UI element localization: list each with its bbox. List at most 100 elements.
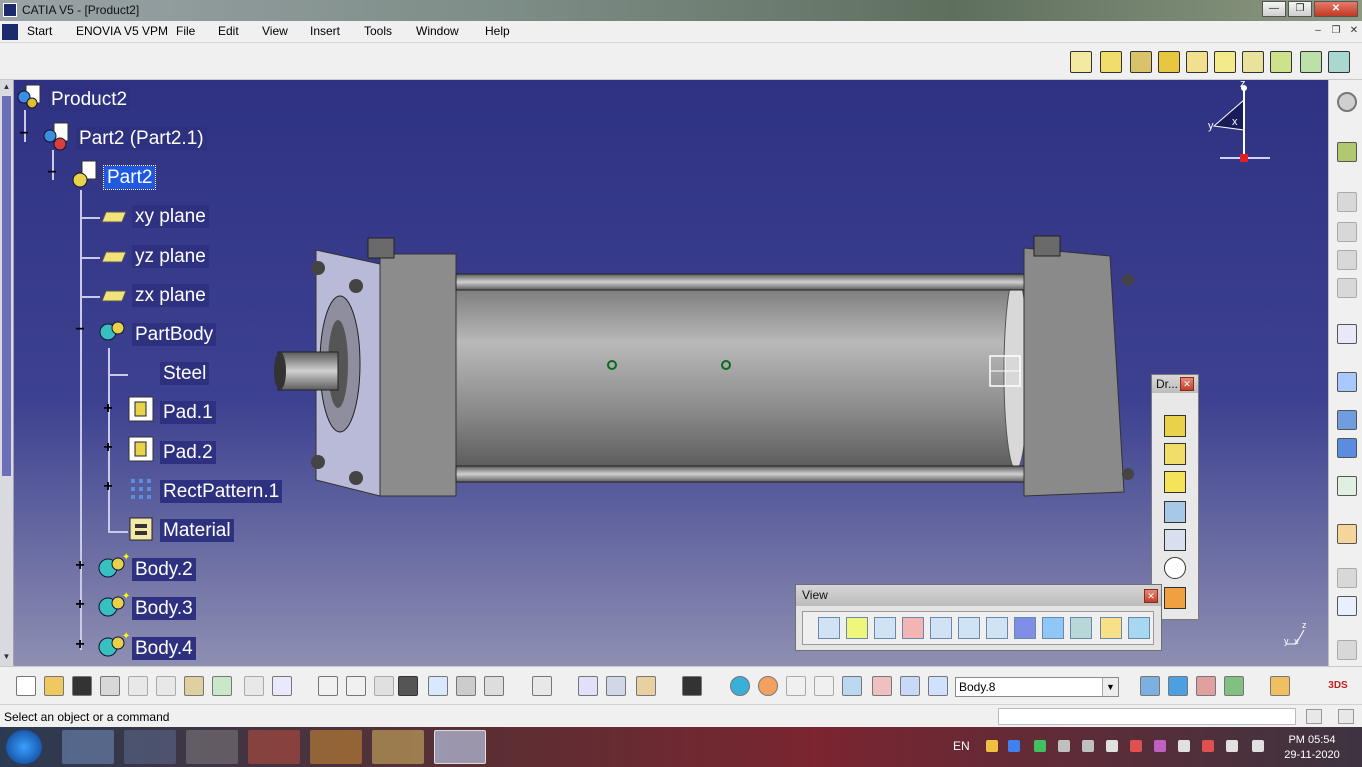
pocket-icon[interactable] [1130, 51, 1152, 73]
speaker-icon[interactable] [1178, 740, 1190, 752]
apply-color-icon[interactable] [1270, 676, 1290, 696]
intersect-icon[interactable] [1337, 278, 1357, 298]
thread-dressup-icon[interactable] [1164, 557, 1186, 579]
shaft-icon[interactable] [1158, 51, 1180, 73]
taskbar-browser-icon[interactable] [124, 730, 176, 764]
menu-file[interactable]: File [176, 24, 195, 38]
compass[interactable]: z y x [1200, 78, 1280, 166]
part-icon[interactable] [70, 160, 104, 190]
tray-icon[interactable] [986, 740, 998, 752]
tree-node-steel[interactable]: Steel [160, 362, 210, 385]
gear-icon[interactable] [1337, 92, 1357, 112]
select-arrow-icon[interactable] [1337, 524, 1357, 544]
start-button[interactable] [6, 730, 42, 764]
table-icon[interactable] [398, 676, 418, 696]
tree-node-partbody[interactable]: PartBody [132, 323, 217, 346]
redo-icon[interactable] [244, 676, 264, 696]
taskbar-app-icon[interactable] [186, 730, 238, 764]
render-style-icon[interactable] [1070, 617, 1092, 639]
taskbar-control-panel-icon[interactable] [62, 730, 114, 764]
zoom-in-icon[interactable] [930, 617, 952, 639]
thickness-dressup-icon[interactable] [1164, 529, 1186, 551]
doc-close-button[interactable]: ✕ [1346, 25, 1362, 39]
sketch-analysis-icon[interactable] [1140, 676, 1160, 696]
power-input-icon[interactable] [1306, 709, 1322, 724]
hide-show-icon[interactable] [1100, 617, 1122, 639]
view-panel-close-icon[interactable]: ✕ [1144, 589, 1158, 603]
fillet-icon[interactable] [1214, 51, 1236, 73]
close-button[interactable]: ✕ [1314, 1, 1358, 17]
remove-face-icon[interactable] [1164, 587, 1186, 609]
capture-icon[interactable] [682, 676, 702, 696]
grid-icon[interactable] [872, 676, 892, 696]
tree-node-part-instance[interactable]: Part2 (Part2.1) [76, 127, 207, 150]
expand-icon[interactable]: + [102, 479, 114, 495]
current-body-select[interactable]: Body.8 ▼ [955, 677, 1119, 697]
tree-node-material[interactable]: Material [160, 519, 234, 542]
coordinates-icon[interactable] [814, 676, 834, 696]
catia-app-icon[interactable] [3, 3, 17, 17]
plane-icon[interactable] [100, 210, 128, 224]
fillet-dressup-icon[interactable] [1164, 415, 1186, 437]
network-icon[interactable] [1202, 740, 1214, 752]
doc-minimize-button[interactable]: – [1310, 25, 1326, 39]
more-tools-icon[interactable] [1337, 640, 1357, 660]
maximize-button[interactable]: ❐ [1288, 1, 1312, 17]
pad-feature-icon[interactable] [128, 436, 154, 462]
body-icon[interactable]: ✦ [96, 552, 130, 582]
tray-sync-icon[interactable] [1034, 740, 1046, 752]
print-icon[interactable] [100, 676, 120, 696]
action-center-icon[interactable] [1252, 740, 1264, 752]
update-icon[interactable] [484, 676, 504, 696]
tree-node-product2[interactable]: Product2 [48, 88, 131, 111]
shell-dressup-icon[interactable] [1164, 501, 1186, 523]
product-icon[interactable] [16, 83, 46, 111]
measure-between-icon[interactable] [578, 676, 598, 696]
material-icon[interactable] [126, 514, 158, 544]
knowledge-icon[interactable] [374, 676, 394, 696]
rect-pattern-icon[interactable] [128, 476, 156, 502]
plane-icon[interactable] [100, 250, 128, 264]
paste-icon[interactable] [184, 676, 204, 696]
minimize-button[interactable]: — [1262, 1, 1286, 17]
copy-icon[interactable] [156, 676, 176, 696]
zoom-out-icon[interactable] [958, 617, 980, 639]
apply-material-icon[interactable] [730, 676, 750, 696]
swap-visible-icon[interactable] [1128, 617, 1150, 639]
tray-icon[interactable] [1082, 740, 1094, 752]
reference-icon[interactable] [1337, 476, 1357, 496]
fly-mode-icon[interactable] [818, 617, 840, 639]
catalog-icon[interactable] [428, 676, 448, 696]
menu-help[interactable]: Help [485, 24, 510, 38]
remove-icon[interactable] [1337, 250, 1357, 270]
body-icon[interactable]: ✦ [96, 591, 130, 621]
measure-icon[interactable] [1337, 372, 1357, 392]
pattern-icon[interactable] [1337, 438, 1357, 458]
command-input[interactable] [998, 708, 1296, 725]
taskbar-explorer-icon[interactable] [372, 730, 424, 764]
open-icon[interactable] [44, 676, 64, 696]
menu-view[interactable]: View [262, 24, 288, 38]
body-icon[interactable]: ✦ [96, 631, 130, 661]
union-icon[interactable] [1337, 222, 1357, 242]
lock-icon[interactable] [456, 676, 476, 696]
expand-icon[interactable]: + [102, 401, 114, 417]
taskbar-catia-icon[interactable] [434, 730, 486, 764]
3d-compass-icon[interactable] [1168, 676, 1188, 696]
stop-icon[interactable] [1338, 709, 1354, 724]
clock[interactable]: PM 05:54 29-11-2020 [1282, 733, 1342, 763]
tree-node-pad2[interactable]: Pad.2 [160, 441, 216, 464]
tree-node-yz-plane[interactable]: yz plane [132, 245, 209, 268]
comment-icon[interactable] [346, 676, 366, 696]
thickness-icon[interactable] [1328, 51, 1350, 73]
expand-icon[interactable]: + [74, 637, 86, 653]
constraint-icon[interactable] [1337, 410, 1357, 430]
menu-edit[interactable]: Edit [218, 24, 239, 38]
boolean-icon[interactable] [1337, 192, 1357, 212]
annotation-icon[interactable] [1337, 568, 1357, 588]
part-instance-icon[interactable] [42, 122, 76, 152]
quick-view-icon[interactable] [1042, 617, 1064, 639]
hole-icon[interactable] [1186, 51, 1208, 73]
normal-view-icon[interactable] [986, 617, 1008, 639]
expand-icon[interactable]: + [74, 558, 86, 574]
